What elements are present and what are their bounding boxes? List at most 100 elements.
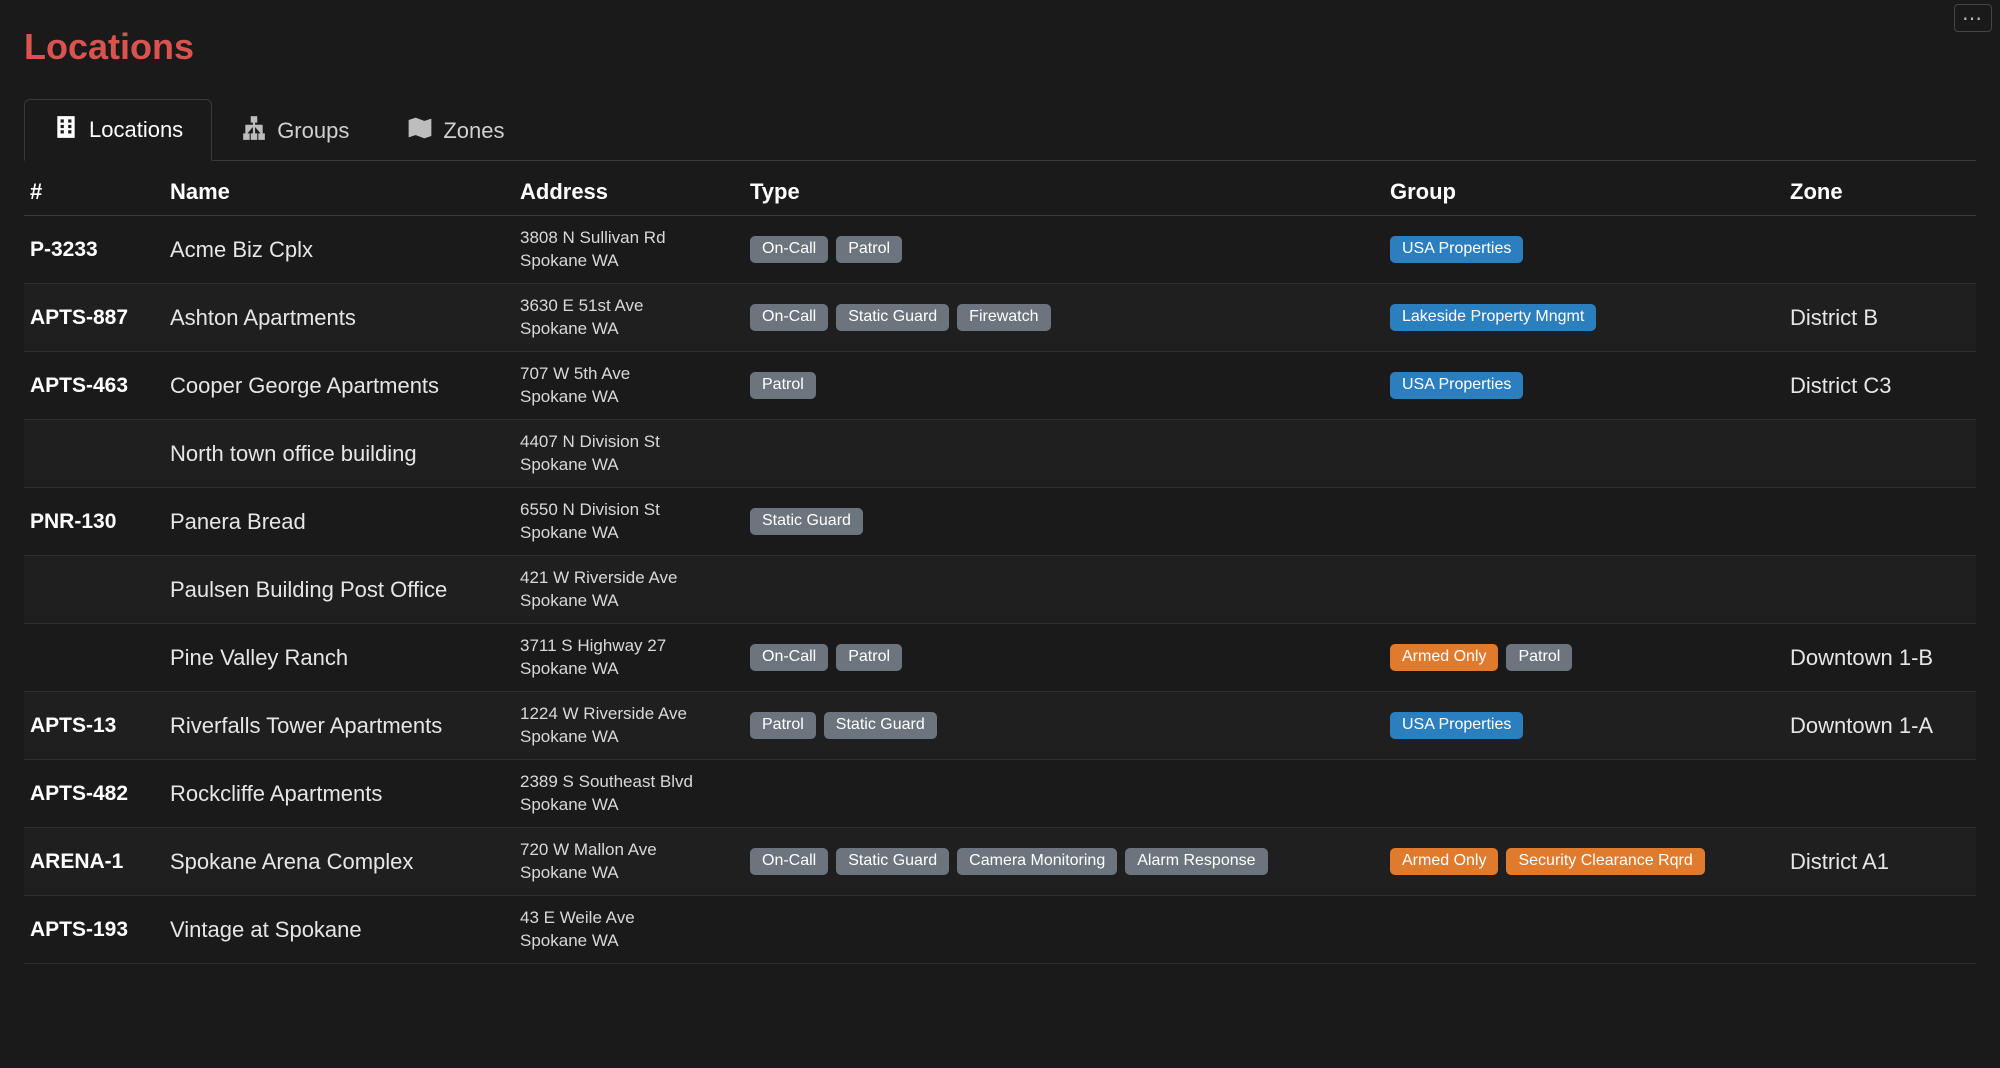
- cell-address: 720 W Mallon AveSpokane WA: [520, 839, 750, 885]
- tag: Static Guard: [824, 712, 937, 739]
- tag: Static Guard: [836, 848, 949, 875]
- cell-type: On-CallPatrol: [750, 644, 1390, 671]
- tab-label: Locations: [89, 117, 183, 143]
- page-menu-button[interactable]: ⋯: [1954, 4, 1992, 32]
- address-line-2: Spokane WA: [520, 386, 750, 409]
- cell-name: Rockcliffe Apartments: [170, 781, 520, 807]
- cell-address: 2389 S Southeast Blvd Spokane WA: [520, 771, 750, 817]
- tag: Lakeside Property Mngmt: [1390, 304, 1596, 331]
- cell-address: 3630 E 51st Ave Spokane WA: [520, 295, 750, 341]
- tag: Patrol: [836, 644, 902, 671]
- cell-name: Vintage at Spokane: [170, 917, 520, 943]
- address-line-2: Spokane WA: [520, 454, 750, 477]
- cell-name: Cooper George Apartments: [170, 373, 520, 399]
- address-line-1: 43 E Weile Ave: [520, 908, 635, 927]
- tab-label: Groups: [277, 118, 349, 144]
- tag: On-Call: [750, 236, 828, 263]
- cell-address: 421 W Riverside Ave Spokane WA: [520, 567, 750, 613]
- address-line-2: Spokane WA: [520, 590, 750, 613]
- cell-group: Armed OnlyPatrol: [1390, 644, 1790, 671]
- cell-group: USA Properties: [1390, 236, 1790, 263]
- table-row[interactable]: ARENA-1Spokane Arena Complex720 W Mallon…: [24, 828, 1976, 896]
- cell-name: Spokane Arena Complex: [170, 849, 520, 875]
- cell-name: Ashton Apartments: [170, 305, 520, 331]
- table-row[interactable]: North town office building4407 N Divisio…: [24, 420, 1976, 488]
- cell-name: Panera Bread: [170, 509, 520, 535]
- building-icon: [53, 114, 79, 146]
- tab-groups[interactable]: Groups: [212, 100, 378, 161]
- locations-table: # Name Address Type Group Zone P-3233Acm…: [24, 165, 1976, 964]
- tag: Alarm Response: [1125, 848, 1267, 875]
- cell-address: 4407 N Division St Spokane WA: [520, 431, 750, 477]
- address-line-1: 3808 N Sullivan Rd: [520, 228, 666, 247]
- address-line-2: Spokane WA: [520, 522, 750, 545]
- address-line-1: 3711 S Highway 27: [520, 636, 666, 655]
- table-row[interactable]: P-3233Acme Biz Cplx3808 N Sullivan Rd Spo…: [24, 216, 1976, 284]
- tag: Patrol: [750, 372, 816, 399]
- cell-name: Pine Valley Ranch: [170, 645, 520, 671]
- col-zone[interactable]: Zone: [1790, 179, 1970, 205]
- table-row[interactable]: APTS-482Rockcliffe Apartments2389 S Sout…: [24, 760, 1976, 828]
- tab-bar: Locations Groups Zones: [24, 98, 1976, 161]
- table-row[interactable]: PNR-130Panera Bread6550 N Division St Spo…: [24, 488, 1976, 556]
- tab-label: Zones: [443, 118, 504, 144]
- address-line-1: 720 W Mallon Ave: [520, 840, 657, 859]
- cell-id: APTS-193: [30, 918, 170, 942]
- cell-id: ARENA-1: [30, 850, 170, 874]
- cell-group: Lakeside Property Mngmt: [1390, 304, 1790, 331]
- col-type[interactable]: Type: [750, 179, 1390, 205]
- cell-type: On-CallPatrol: [750, 236, 1390, 263]
- tag: Armed Only: [1390, 644, 1498, 671]
- address-line-1: 6550 N Division St: [520, 500, 660, 519]
- cell-address: 6550 N Division St Spokane WA: [520, 499, 750, 545]
- address-line-2: Spokane WA: [520, 794, 750, 817]
- tag: Patrol: [750, 712, 816, 739]
- cell-type: On-CallStatic GuardFirewatch: [750, 304, 1390, 331]
- col-id[interactable]: #: [30, 179, 170, 205]
- table-row[interactable]: Pine Valley Ranch3711 S Highway 27 Spokan…: [24, 624, 1976, 692]
- cell-id: APTS-482: [30, 782, 170, 806]
- address-line-1: 2389 S Southeast Blvd: [520, 772, 693, 791]
- cell-zone: District C3: [1790, 373, 1970, 399]
- ellipsis-icon: ⋯: [1962, 6, 1984, 31]
- cell-id: APTS-13: [30, 714, 170, 738]
- tag: Armed Only: [1390, 848, 1498, 875]
- address-line-2: Spokane WA: [520, 250, 750, 273]
- address-line-1: 4407 N Division St: [520, 432, 660, 451]
- tab-zones[interactable]: Zones: [378, 100, 533, 161]
- cell-name: Riverfalls Tower Apartments: [170, 713, 520, 739]
- cell-type: Static Guard: [750, 508, 1390, 535]
- cell-id: APTS-463: [30, 374, 170, 398]
- table-row[interactable]: APTS-887Ashton Apartments3630 E 51st Ave…: [24, 284, 1976, 352]
- tag: Static Guard: [836, 304, 949, 331]
- table-row[interactable]: APTS-463Cooper George Apartments707 W 5t…: [24, 352, 1976, 420]
- address-line-2: Spokane WA: [520, 726, 750, 749]
- tag: USA Properties: [1390, 712, 1523, 739]
- cell-name: Acme Biz Cplx: [170, 237, 520, 263]
- address-line-2: Spokane WA: [520, 658, 750, 681]
- cell-id: PNR-130: [30, 510, 170, 534]
- sitemap-icon: [241, 115, 267, 147]
- tag: Firewatch: [957, 304, 1050, 331]
- col-name[interactable]: Name: [170, 179, 520, 205]
- col-address[interactable]: Address: [520, 179, 750, 205]
- cell-address: 3711 S Highway 27 Spokane WA: [520, 635, 750, 681]
- cell-group: Armed OnlySecurity Clearance Rqrd: [1390, 848, 1790, 875]
- tab-locations[interactable]: Locations: [24, 99, 212, 161]
- table-row[interactable]: APTS-13Riverfalls Tower Apartments1224 W…: [24, 692, 1976, 760]
- cell-type: On-Call Static Guard Camera Monitoring Alar…: [750, 848, 1390, 875]
- address-line-2: Spokane WA: [520, 318, 750, 341]
- table-row[interactable]: APTS-193Vintage at Spokane43 E Weile Ave…: [24, 896, 1976, 964]
- address-line-1: 421 W Riverside Ave: [520, 568, 677, 587]
- cell-id: P-3233: [30, 238, 170, 262]
- cell-type: Patrol: [750, 372, 1390, 399]
- col-group[interactable]: Group: [1390, 179, 1790, 205]
- table-row[interactable]: Paulsen Building Post Office421 W Rivers…: [24, 556, 1976, 624]
- address-line-1: 3630 E 51st Ave: [520, 296, 644, 315]
- cell-address: 707 W 5th Ave Spokane WA: [520, 363, 750, 409]
- address-line-1: 707 W 5th Ave: [520, 364, 630, 383]
- tag: On-Call: [750, 848, 828, 875]
- tag: Camera Monitoring: [957, 848, 1117, 875]
- cell-name: Paulsen Building Post Office: [170, 577, 520, 603]
- cell-name: North town office building: [170, 441, 520, 467]
